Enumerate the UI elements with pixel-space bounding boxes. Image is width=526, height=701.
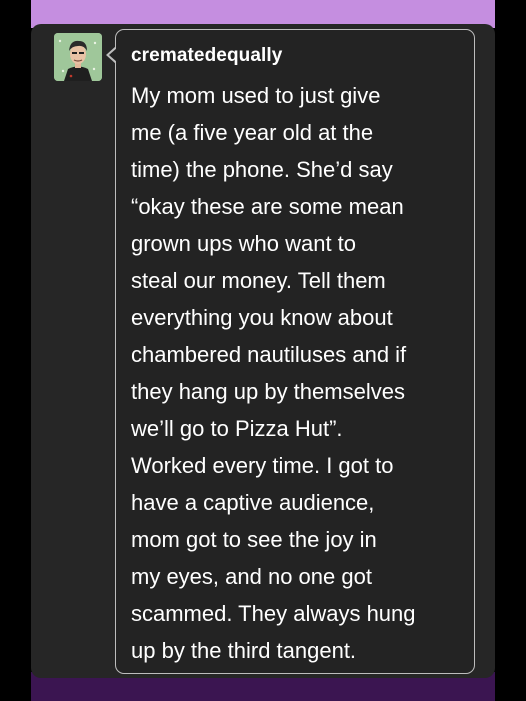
- post-body-line: mom got to see the joy in: [131, 527, 377, 552]
- post-body-line: me (a five year old at the: [131, 120, 374, 145]
- post-body-line: My mom used to just give: [131, 83, 381, 108]
- post-body-line: have a captive audience,: [131, 490, 375, 515]
- avatar-illustration: [54, 33, 102, 81]
- post-body-line: time) the phone. She’d say: [131, 157, 393, 182]
- post-body-line: “okay these are some mean: [131, 194, 404, 219]
- post-body-line: everything you know about: [131, 305, 393, 330]
- post-body-line: scammed. They always hung: [131, 601, 416, 626]
- post-username[interactable]: crematedequally: [131, 45, 282, 67]
- post-body: My mom used to just give me (a five year…: [131, 77, 471, 669]
- reply-bubble-tail-inner: [108, 47, 117, 62]
- post-body-line: grown ups who want to: [131, 231, 357, 256]
- screenshot-page: crematedequally My mom used to just give…: [0, 0, 526, 701]
- post-body-line: Worked every time. I got to: [131, 453, 394, 478]
- post-body-line: chambered nautiluses and if: [131, 342, 407, 367]
- avatar-icon[interactable]: [54, 33, 102, 81]
- post-body-line: up by the third tangent.: [131, 638, 357, 663]
- post-body-line: we’ll go to Pizza Hut”.: [131, 416, 343, 441]
- post-body-line: steal our money. Tell them: [131, 268, 386, 293]
- post-body-line: they hang up by themselves: [131, 379, 405, 404]
- post-body-line: my eyes, and no one got: [131, 564, 372, 589]
